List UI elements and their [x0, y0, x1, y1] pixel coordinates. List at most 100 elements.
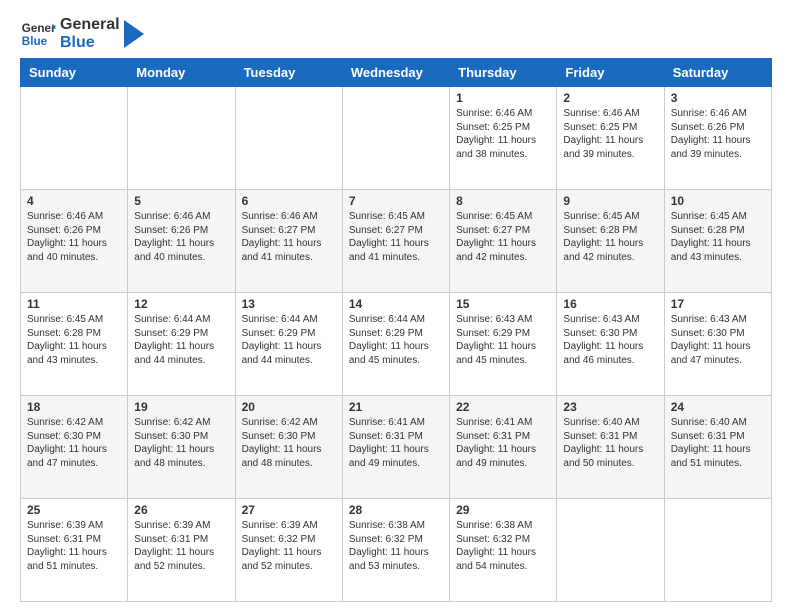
day-info: Sunrise: 6:46 AM Sunset: 6:26 PM Dayligh…	[134, 210, 228, 264]
week-row-3: 18 Sunrise: 6:42 AM Sunset: 6:30 PM Dayli…	[21, 396, 772, 499]
day-number: 20	[242, 400, 336, 414]
day-number: 3	[671, 91, 765, 105]
day-number: 8	[456, 194, 550, 208]
day-number: 23	[563, 400, 657, 414]
calendar-cell: 18 Sunrise: 6:42 AM Sunset: 6:30 PM Dayli…	[21, 396, 128, 499]
calendar-cell: 6 Sunrise: 6:46 AM Sunset: 6:27 PM Daylig…	[235, 190, 342, 293]
calendar-cell: 28 Sunrise: 6:38 AM Sunset: 6:32 PM Dayli…	[342, 499, 449, 602]
day-number: 5	[134, 194, 228, 208]
logo-general: General	[60, 16, 120, 34]
day-info: Sunrise: 6:39 AM Sunset: 6:31 PM Dayligh…	[134, 519, 228, 573]
day-info: Sunrise: 6:38 AM Sunset: 6:32 PM Dayligh…	[456, 519, 550, 573]
day-info: Sunrise: 6:39 AM Sunset: 6:31 PM Dayligh…	[27, 519, 121, 573]
calendar-cell: 15 Sunrise: 6:43 AM Sunset: 6:29 PM Dayli…	[450, 293, 557, 396]
day-number: 24	[671, 400, 765, 414]
day-info: Sunrise: 6:38 AM Sunset: 6:32 PM Dayligh…	[349, 519, 443, 573]
day-info: Sunrise: 6:41 AM Sunset: 6:31 PM Dayligh…	[349, 416, 443, 470]
day-number: 16	[563, 297, 657, 311]
weekday-thursday: Thursday	[450, 59, 557, 87]
svg-text:Blue: Blue	[22, 35, 48, 48]
weekday-tuesday: Tuesday	[235, 59, 342, 87]
calendar-cell: 11 Sunrise: 6:45 AM Sunset: 6:28 PM Dayli…	[21, 293, 128, 396]
day-info: Sunrise: 6:39 AM Sunset: 6:32 PM Dayligh…	[242, 519, 336, 573]
calendar-cell: 5 Sunrise: 6:46 AM Sunset: 6:26 PM Daylig…	[128, 190, 235, 293]
day-number: 14	[349, 297, 443, 311]
logo-icon: General Blue	[20, 16, 56, 52]
calendar-cell: 27Sunrise: 6:39 AM Sunset: 6:32 PM Dayli…	[235, 499, 342, 602]
day-number: 26	[134, 503, 228, 517]
day-number: 18	[27, 400, 121, 414]
calendar-cell: 29Sunrise: 6:38 AM Sunset: 6:32 PM Dayli…	[450, 499, 557, 602]
calendar-cell	[128, 87, 235, 190]
week-row-1: 4 Sunrise: 6:46 AM Sunset: 6:26 PM Daylig…	[21, 190, 772, 293]
weekday-wednesday: Wednesday	[342, 59, 449, 87]
day-number: 28	[349, 503, 443, 517]
calendar-cell: 17 Sunrise: 6:43 AM Sunset: 6:30 PM Dayli…	[664, 293, 771, 396]
calendar-cell: 19 Sunrise: 6:42 AM Sunset: 6:30 PM Dayli…	[128, 396, 235, 499]
calendar-cell: 12 Sunrise: 6:44 AM Sunset: 6:29 PM Dayli…	[128, 293, 235, 396]
page: General Blue General Blue SundayMondayTu…	[0, 0, 792, 612]
calendar-cell: 16Sunrise: 6:43 AM Sunset: 6:30 PM Dayli…	[557, 293, 664, 396]
day-info: Sunrise: 6:45 AM Sunset: 6:28 PM Dayligh…	[27, 313, 121, 367]
svg-text:General: General	[22, 22, 56, 35]
calendar-cell	[342, 87, 449, 190]
week-row-2: 11 Sunrise: 6:45 AM Sunset: 6:28 PM Dayli…	[21, 293, 772, 396]
calendar-cell: 7Sunrise: 6:45 AM Sunset: 6:27 PM Daylig…	[342, 190, 449, 293]
logo-blue: Blue	[60, 34, 120, 52]
calendar-cell: 4 Sunrise: 6:46 AM Sunset: 6:26 PM Daylig…	[21, 190, 128, 293]
day-info: Sunrise: 6:45 AM Sunset: 6:27 PM Dayligh…	[456, 210, 550, 264]
calendar-cell: 21 Sunrise: 6:41 AM Sunset: 6:31 PM Dayli…	[342, 396, 449, 499]
day-info: Sunrise: 6:41 AM Sunset: 6:31 PM Dayligh…	[456, 416, 550, 470]
day-info: Sunrise: 6:40 AM Sunset: 6:31 PM Dayligh…	[563, 416, 657, 470]
calendar-cell	[664, 499, 771, 602]
day-number: 13	[242, 297, 336, 311]
day-number: 12	[134, 297, 228, 311]
day-number: 11	[27, 297, 121, 311]
day-info: Sunrise: 6:46 AM Sunset: 6:27 PM Dayligh…	[242, 210, 336, 264]
logo: General Blue General Blue	[20, 16, 144, 52]
calendar-cell	[21, 87, 128, 190]
day-info: Sunrise: 6:42 AM Sunset: 6:30 PM Dayligh…	[27, 416, 121, 470]
day-number: 4	[27, 194, 121, 208]
calendar-cell: 8 Sunrise: 6:45 AM Sunset: 6:27 PM Daylig…	[450, 190, 557, 293]
day-number: 19	[134, 400, 228, 414]
weekday-header-row: SundayMondayTuesdayWednesdayThursdayFrid…	[21, 59, 772, 87]
calendar-cell: 24 Sunrise: 6:40 AM Sunset: 6:31 PM Dayli…	[664, 396, 771, 499]
week-row-4: 25 Sunrise: 6:39 AM Sunset: 6:31 PM Dayli…	[21, 499, 772, 602]
day-info: Sunrise: 6:44 AM Sunset: 6:29 PM Dayligh…	[134, 313, 228, 367]
day-info: Sunrise: 6:42 AM Sunset: 6:30 PM Dayligh…	[134, 416, 228, 470]
weekday-sunday: Sunday	[21, 59, 128, 87]
day-info: Sunrise: 6:43 AM Sunset: 6:30 PM Dayligh…	[671, 313, 765, 367]
calendar-cell: 14 Sunrise: 6:44 AM Sunset: 6:29 PM Dayli…	[342, 293, 449, 396]
week-row-0: 1Sunrise: 6:46 AM Sunset: 6:25 PM Daylig…	[21, 87, 772, 190]
day-number: 6	[242, 194, 336, 208]
calendar-cell: 3Sunrise: 6:46 AM Sunset: 6:26 PM Daylig…	[664, 87, 771, 190]
day-number: 21	[349, 400, 443, 414]
day-info: Sunrise: 6:40 AM Sunset: 6:31 PM Dayligh…	[671, 416, 765, 470]
day-number: 10	[671, 194, 765, 208]
day-number: 2	[563, 91, 657, 105]
day-number: 15	[456, 297, 550, 311]
day-info: Sunrise: 6:46 AM Sunset: 6:26 PM Dayligh…	[27, 210, 121, 264]
calendar-cell: 13 Sunrise: 6:44 AM Sunset: 6:29 PM Dayli…	[235, 293, 342, 396]
day-info: Sunrise: 6:44 AM Sunset: 6:29 PM Dayligh…	[242, 313, 336, 367]
header: General Blue General Blue	[20, 16, 772, 52]
calendar-table: SundayMondayTuesdayWednesdayThursdayFrid…	[20, 58, 772, 602]
calendar-cell: 9Sunrise: 6:45 AM Sunset: 6:28 PM Daylig…	[557, 190, 664, 293]
calendar-cell	[557, 499, 664, 602]
day-number: 9	[563, 194, 657, 208]
weekday-saturday: Saturday	[664, 59, 771, 87]
calendar-cell: 25 Sunrise: 6:39 AM Sunset: 6:31 PM Dayli…	[21, 499, 128, 602]
logo-arrow-icon	[124, 20, 144, 48]
calendar-cell: 22 Sunrise: 6:41 AM Sunset: 6:31 PM Dayli…	[450, 396, 557, 499]
weekday-friday: Friday	[557, 59, 664, 87]
day-number: 22	[456, 400, 550, 414]
day-number: 25	[27, 503, 121, 517]
day-info: Sunrise: 6:43 AM Sunset: 6:29 PM Dayligh…	[456, 313, 550, 367]
day-number: 17	[671, 297, 765, 311]
day-info: Sunrise: 6:46 AM Sunset: 6:25 PM Dayligh…	[456, 107, 550, 161]
day-info: Sunrise: 6:44 AM Sunset: 6:29 PM Dayligh…	[349, 313, 443, 367]
calendar-cell	[235, 87, 342, 190]
day-info: Sunrise: 6:45 AM Sunset: 6:28 PM Dayligh…	[671, 210, 765, 264]
weekday-monday: Monday	[128, 59, 235, 87]
